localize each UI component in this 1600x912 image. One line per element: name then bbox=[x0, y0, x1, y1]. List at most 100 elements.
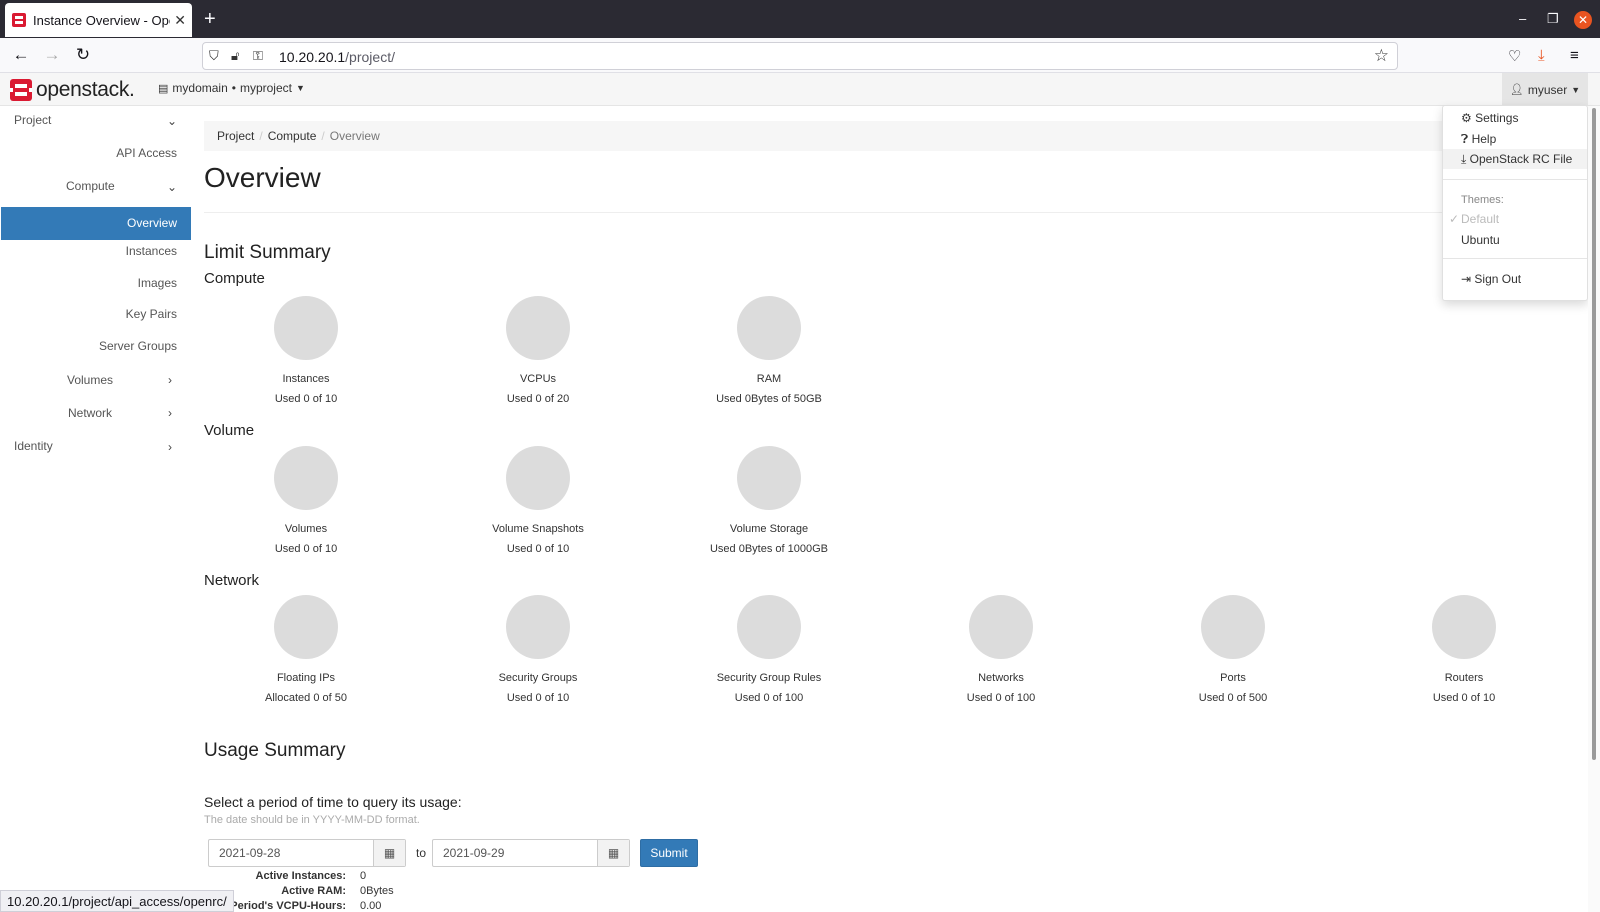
url-path: /project/ bbox=[345, 49, 395, 65]
openstack-logo[interactable]: openstack. bbox=[10, 78, 135, 102]
end-date-field[interactable]: 2021-09-29 ▦ bbox=[432, 839, 630, 867]
sidebar-item-key-pairs[interactable]: Key Pairs bbox=[126, 298, 177, 330]
pie-circle bbox=[274, 446, 338, 510]
sidebar-item-server-groups[interactable]: Server Groups bbox=[99, 330, 177, 362]
key-icon[interactable]: ⚿ bbox=[253, 48, 263, 64]
sidebar-item-label: Volumes bbox=[67, 373, 114, 387]
breadcrumb-project[interactable]: Project bbox=[217, 129, 254, 143]
menu-item-openrc[interactable]: ⤓ OpenStack RC File bbox=[1443, 149, 1587, 169]
user-dropdown-menu: ⚙ Settings ❓︎ Help ⤓ OpenStack RC File T… bbox=[1442, 105, 1588, 301]
reload-icon[interactable]: ↻ bbox=[72, 45, 94, 67]
chevron-right-icon[interactable]: › bbox=[168, 406, 172, 420]
pie-usage: Used 0 of 10 bbox=[274, 393, 338, 405]
sidebar-item-network[interactable]: Network bbox=[68, 397, 112, 429]
browser-titlebar: Instance Overview - Openst ✕ + – ❐ ✕ bbox=[0, 0, 1600, 38]
downloads-icon[interactable]: ⤓ bbox=[1538, 47, 1545, 64]
browser-tab[interactable]: Instance Overview - Openst ✕ bbox=[5, 3, 192, 37]
compute-heading: Compute bbox=[204, 270, 265, 287]
pie-circle bbox=[737, 446, 801, 510]
close-tab-icon[interactable]: ✕ bbox=[174, 12, 186, 29]
menu-item-theme-ubuntu[interactable]: Ubuntu bbox=[1443, 230, 1587, 250]
submit-button[interactable]: Submit bbox=[640, 839, 698, 867]
pie-usage: Used 0Bytes of 1000GB bbox=[709, 543, 828, 555]
scrollbar-thumb[interactable] bbox=[1592, 108, 1596, 760]
pie-label: Routers bbox=[1444, 672, 1484, 684]
insecure-lock-icon[interactable]: 🔓︎ bbox=[231, 48, 239, 64]
to-label: to bbox=[416, 846, 427, 860]
pie-label: Volume Storage bbox=[729, 523, 809, 535]
minimize-icon[interactable]: – bbox=[1519, 11, 1526, 26]
domain-project-separator: • bbox=[231, 81, 236, 95]
sidebar-item-compute[interactable]: Compute bbox=[66, 170, 115, 202]
user-menu-toggle[interactable]: 👤︎ myuser ▼ bbox=[1502, 73, 1588, 106]
logo-text: openstack. bbox=[36, 78, 135, 101]
pie-usage: Used 0 of 20 bbox=[506, 393, 570, 405]
start-date-field[interactable]: 2021-09-28 ▦ bbox=[208, 839, 406, 867]
pie-usage: Used 0Bytes of 50GB bbox=[716, 393, 822, 405]
pie-chart: Security Groups Used 0 of 10 bbox=[453, 595, 623, 704]
menu-item-theme-default[interactable]: ✓ Default bbox=[1443, 209, 1587, 229]
pie-chart: Volume Storage Used 0Bytes of 1000GB bbox=[684, 446, 854, 555]
pie-chart: Security Group Rules Used 0 of 100 bbox=[684, 595, 854, 704]
forward-icon[interactable]: → bbox=[41, 45, 63, 67]
sidebar-item-label: Instances bbox=[125, 244, 177, 258]
new-tab-icon[interactable]: + bbox=[204, 8, 216, 30]
sidebar-item-instances[interactable]: Instances bbox=[126, 235, 177, 267]
chevron-right-icon[interactable]: › bbox=[168, 440, 172, 454]
openstack-favicon-icon bbox=[12, 13, 26, 27]
menu-item-label: Default bbox=[1461, 212, 1500, 226]
menu-divider bbox=[1443, 258, 1587, 259]
gear-icon: ⚙ bbox=[1461, 111, 1472, 125]
themes-label: Themes: bbox=[1461, 194, 1504, 206]
pie-circle bbox=[506, 446, 570, 510]
pie-label: Security Groups bbox=[498, 672, 578, 684]
user-icon: 👤︎ bbox=[1509, 84, 1524, 96]
calendar-icon[interactable]: ▦ bbox=[373, 840, 405, 866]
chevron-down-icon[interactable]: ⌄ bbox=[167, 180, 177, 194]
back-icon[interactable]: ← bbox=[10, 45, 32, 67]
sidebar-item-label: Images bbox=[137, 276, 177, 290]
shield-icon[interactable]: ⛉ bbox=[209, 48, 219, 64]
pie-label: RAM bbox=[756, 373, 782, 385]
pie-chart: Volume Snapshots Used 0 of 10 bbox=[453, 446, 623, 555]
project-switcher[interactable]: ▤ mydomain • myproject ▼ bbox=[158, 81, 305, 95]
sign-out-icon: ⇥ bbox=[1461, 272, 1472, 286]
sidebar-item-label: Identity bbox=[14, 439, 53, 453]
pie-chart: Routers Used 0 of 10 bbox=[1379, 595, 1549, 704]
start-date-value: 2021-09-28 bbox=[219, 846, 281, 860]
pie-label: Volume Snapshots bbox=[492, 523, 584, 535]
bookmark-star-icon[interactable]: ☆ bbox=[1374, 46, 1389, 66]
chevron-down-icon[interactable]: ⌄ bbox=[167, 114, 177, 128]
calendar-icon[interactable]: ▦ bbox=[597, 840, 629, 866]
menu-item-sign-out[interactable]: ⇥ Sign Out bbox=[1443, 269, 1587, 289]
sidebar-item-api-access[interactable]: API Access bbox=[116, 137, 177, 169]
sidebar-item-volumes[interactable]: Volumes bbox=[67, 364, 113, 396]
tab-title: Instance Overview - Openst bbox=[33, 12, 170, 28]
menu-item-label: Help bbox=[1471, 132, 1497, 146]
sidebar-item-images[interactable]: Images bbox=[138, 267, 177, 299]
stat-key: Active RAM: bbox=[281, 885, 346, 897]
chevron-right-icon[interactable]: › bbox=[168, 373, 172, 387]
restore-icon[interactable]: ❐ bbox=[1547, 11, 1559, 27]
end-date-value: 2021-09-29 bbox=[443, 846, 505, 860]
sidebar-item-project[interactable]: Project bbox=[14, 104, 51, 136]
sidebar-item-label: Key Pairs bbox=[125, 307, 177, 321]
pie-usage: Used 0 of 500 bbox=[1198, 692, 1268, 704]
breadcrumb-compute[interactable]: Compute bbox=[268, 129, 317, 143]
sidebar-item-identity[interactable]: Identity bbox=[14, 430, 53, 462]
pie-label: Floating IPs bbox=[276, 672, 336, 684]
app-menu-icon[interactable]: ≡ bbox=[1570, 47, 1579, 64]
menu-divider bbox=[1443, 179, 1587, 180]
window-close-icon[interactable]: ✕ bbox=[1574, 11, 1592, 29]
menu-item-settings[interactable]: ⚙ Settings bbox=[1443, 108, 1587, 128]
menu-item-help[interactable]: ❓︎ Help bbox=[1443, 129, 1587, 149]
pie-chart: Ports Used 0 of 500 bbox=[1148, 595, 1318, 704]
url-text[interactable]: 10.20.20.1/project/ bbox=[279, 49, 395, 65]
pocket-icon[interactable]: ♡ bbox=[1508, 47, 1521, 65]
pie-chart: Volumes Used 0 of 10 bbox=[221, 446, 391, 555]
pie-circle bbox=[1201, 595, 1265, 659]
question-circle-icon: ❓︎ bbox=[1461, 132, 1469, 146]
period-help-text: The date should be in YYYY-MM-DD format. bbox=[204, 814, 420, 826]
url-bar[interactable]: ⛉ 🔓︎ ⚿ 10.20.20.1/project/ ☆ bbox=[202, 42, 1398, 70]
sidebar-item-label: Server Groups bbox=[98, 339, 177, 353]
